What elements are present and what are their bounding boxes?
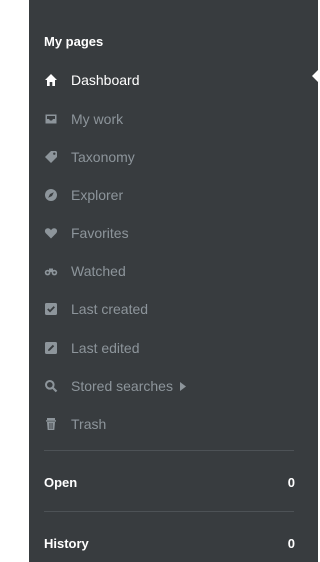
nav-item-last-created[interactable]: Last created xyxy=(44,295,299,323)
nav-item-my-work[interactable]: My work xyxy=(44,105,299,133)
group-open[interactable]: Open 0 xyxy=(44,472,295,492)
nav-item-dashboard[interactable]: Dashboard xyxy=(44,66,299,94)
nav-item-explorer[interactable]: Explorer xyxy=(44,181,299,209)
home-icon xyxy=(44,73,58,87)
nav-item-label: Trash xyxy=(71,416,107,432)
nav-item-label: Taxonomy xyxy=(71,149,135,165)
divider xyxy=(44,450,294,451)
inbox-icon xyxy=(44,112,58,126)
edit-icon xyxy=(44,341,58,355)
trash-icon xyxy=(44,417,58,431)
nav-item-watched[interactable]: Watched xyxy=(44,257,299,285)
chevron-right-icon[interactable] xyxy=(179,381,186,391)
nav-item-label: My work xyxy=(71,111,124,127)
nav-item-label: Watched xyxy=(71,263,126,279)
group-history[interactable]: History 0 xyxy=(44,533,295,553)
group-label: Open xyxy=(44,474,78,490)
compass-icon xyxy=(44,188,58,202)
nav-item-favorites[interactable]: Favorites xyxy=(44,219,299,247)
group-count: 0 xyxy=(287,474,295,490)
nav-item-stored-searches[interactable]: Stored searches xyxy=(44,372,299,400)
nav-item-label: Dashboard xyxy=(71,72,140,88)
heart-icon xyxy=(44,226,58,240)
nav-item-trash[interactable]: Trash xyxy=(44,410,299,438)
sidebar-nav: My pages Dashboard My work Taxonomy Expl… xyxy=(29,0,318,562)
group-label: History xyxy=(44,535,89,551)
nav-item-label: Last edited xyxy=(71,340,140,356)
active-indicator-caret xyxy=(312,70,318,82)
nav-item-label: Explorer xyxy=(71,187,124,203)
search-icon xyxy=(44,379,58,393)
group-count: 0 xyxy=(287,535,295,551)
tag-icon xyxy=(44,150,58,164)
nav-item-last-edited[interactable]: Last edited xyxy=(44,334,299,362)
nav-item-taxonomy[interactable]: Taxonomy xyxy=(44,143,299,171)
nav-item-label: Last created xyxy=(71,301,149,317)
checkbox-icon xyxy=(44,302,58,316)
nav-item-label: Stored searches xyxy=(71,378,173,394)
divider xyxy=(44,511,294,512)
binoculars-icon xyxy=(44,264,58,278)
nav-item-label: Favorites xyxy=(71,225,129,241)
section-title-my-pages: My pages xyxy=(44,34,104,49)
